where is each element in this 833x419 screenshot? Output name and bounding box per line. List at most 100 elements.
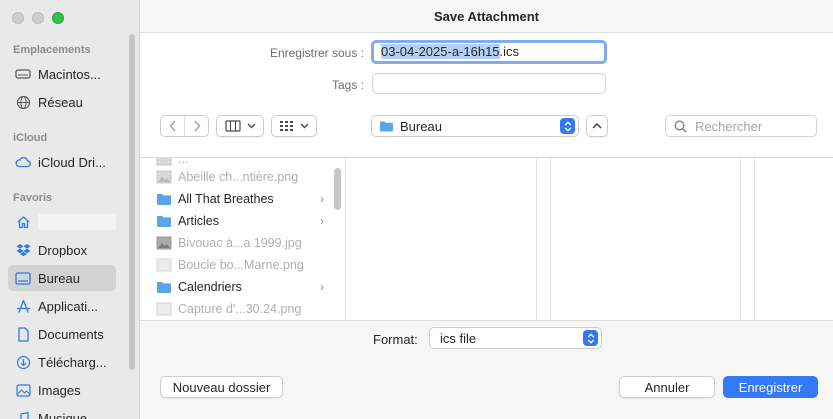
image-file-icon: [156, 158, 172, 166]
apps-icon: [15, 298, 31, 314]
popup-stepper-icon: [560, 118, 575, 134]
folder-icon: [157, 194, 171, 205]
sidebar-item-label: Applicati...: [38, 298, 98, 314]
chevron-down-icon: [300, 123, 309, 129]
sidebar-item-reseau[interactable]: Réseau: [8, 89, 116, 115]
new-folder-button[interactable]: Nouveau dossier: [160, 376, 283, 398]
sidebar-item-icloud-drive[interactable]: iCloud Dri...: [8, 149, 116, 175]
search-field[interactable]: Rechercher: [665, 115, 817, 137]
forward-button[interactable]: [184, 116, 208, 136]
close-window-button[interactable]: [12, 12, 24, 24]
sidebar-item-dropbox[interactable]: Dropbox: [8, 237, 116, 263]
column-divider: [550, 158, 551, 320]
images-icon: [15, 382, 31, 398]
sidebar-item-musique[interactable]: Musique: [8, 405, 116, 419]
save-form-area: Enregistrer sous : 03-04-2025-a-16h15.ic…: [140, 33, 833, 158]
chevron-right-icon: ›: [320, 280, 324, 294]
sidebar-item-label: Musique: [38, 410, 88, 419]
file-row[interactable]: Bivouac à...a 1999.jpg: [156, 232, 324, 254]
location-value: Bureau: [400, 118, 442, 134]
history-nav: [160, 115, 209, 137]
tags-label: Tags :: [331, 78, 364, 92]
sidebar-item-label: Images: [38, 382, 81, 398]
image-file-icon: [156, 170, 172, 184]
collapse-button[interactable]: [586, 115, 608, 137]
chevron-right-icon: ›: [320, 214, 324, 228]
chevron-left-icon: [169, 120, 176, 132]
image-file-icon: [156, 302, 172, 316]
dialog-title: Save Attachment: [434, 9, 539, 24]
image-file-icon: [156, 236, 172, 250]
sidebar-item-macintosh[interactable]: Macintos...: [8, 61, 116, 87]
sidebar-item-bureau[interactable]: Bureau: [8, 265, 116, 291]
format-label: Format:: [373, 332, 418, 347]
sidebar-scrollbar[interactable]: [129, 34, 135, 370]
folder-icon: [157, 216, 171, 227]
folder-row[interactable]: Calendriers ›: [156, 276, 324, 298]
tags-input[interactable]: [372, 73, 606, 94]
group-by-button[interactable]: [271, 115, 317, 137]
back-button[interactable]: [161, 116, 184, 136]
grid-icon: [280, 121, 293, 131]
window-controls: [12, 12, 64, 24]
folder-icon: [380, 121, 393, 132]
search-icon: [674, 120, 687, 132]
home-icon: [15, 214, 31, 230]
zoom-window-button[interactable]: [52, 12, 64, 24]
disk-icon: [15, 66, 31, 82]
cancel-button[interactable]: Annuler: [619, 376, 715, 398]
folder-icon: [157, 282, 171, 293]
chevron-up-icon: [592, 123, 602, 129]
filename-selected-text: 03-04-2025-a-16h15: [381, 44, 500, 59]
filename-extension: .ics: [499, 44, 520, 59]
sidebar-item-applications[interactable]: Applicati...: [8, 293, 116, 319]
folder-row[interactable]: Articles ›: [156, 210, 324, 232]
sidebar-item-label: Réseau: [38, 94, 83, 110]
download-icon: [15, 354, 31, 370]
sidebar-item-label: iCloud Dri...: [38, 154, 106, 170]
file-row[interactable]: Capture d'...30.24.png: [156, 298, 324, 320]
column-divider: [740, 158, 741, 320]
music-icon: [15, 410, 31, 419]
location-popup[interactable]: Bureau: [371, 115, 579, 137]
sidebar-item-label: Télécharg...: [38, 354, 107, 370]
sidebar-section-emplacements: Emplacements: [13, 44, 91, 56]
sidebar-item-documents[interactable]: Documents: [8, 321, 116, 347]
save-as-label: Enregistrer sous :: [269, 46, 364, 60]
column-scrollbar[interactable]: [334, 168, 341, 210]
minimize-window-button[interactable]: [32, 12, 44, 24]
columns-view-icon: [224, 120, 241, 132]
search-placeholder: Rechercher: [695, 118, 763, 134]
filename-input[interactable]: 03-04-2025-a-16h15.ics: [371, 40, 607, 64]
chevron-down-icon: [247, 123, 255, 129]
popup-stepper-icon: [583, 330, 598, 346]
sidebar-item-label: Macintos...: [38, 66, 101, 82]
network-icon: [15, 94, 31, 110]
dropbox-icon: [15, 242, 31, 258]
sidebar: Emplacements Macintos... Réseau iCloud i…: [0, 0, 140, 419]
sidebar-item-label: Documents: [38, 326, 104, 342]
column-divider: [754, 158, 755, 320]
save-dialog: Emplacements Macintos... Réseau iCloud i…: [0, 0, 833, 419]
format-value: ics file: [440, 330, 477, 346]
column-divider: [536, 158, 537, 320]
file-row[interactable]: Boucle bo...Marne.png: [156, 254, 324, 276]
folder-row[interactable]: All That Breathes ›: [156, 188, 324, 210]
sidebar-item-home[interactable]: [8, 209, 116, 235]
file-browser: ... Abeille ch...ntière.png All That Bre…: [140, 157, 833, 321]
sidebar-item-telechargements[interactable]: Télécharg...: [8, 349, 116, 375]
icloud-icon: [15, 154, 31, 170]
file-row[interactable]: Abeille ch...ntière.png: [156, 166, 324, 188]
sidebar-item-images[interactable]: Images: [8, 377, 116, 403]
sidebar-item-label: Dropbox: [38, 242, 88, 258]
redacted-label: [38, 214, 116, 230]
dialog-footer: Format: ics file Nouveau dossier Annuler…: [140, 322, 833, 419]
format-popup[interactable]: ics file: [429, 327, 602, 349]
column-divider: [345, 158, 346, 320]
document-icon: [15, 326, 31, 342]
view-mode-button[interactable]: [216, 115, 264, 137]
sidebar-section-favoris: Favoris: [13, 192, 53, 204]
chevron-right-icon: ›: [320, 192, 324, 206]
chevron-right-icon: [193, 120, 200, 132]
save-button[interactable]: Enregistrer: [723, 376, 818, 398]
